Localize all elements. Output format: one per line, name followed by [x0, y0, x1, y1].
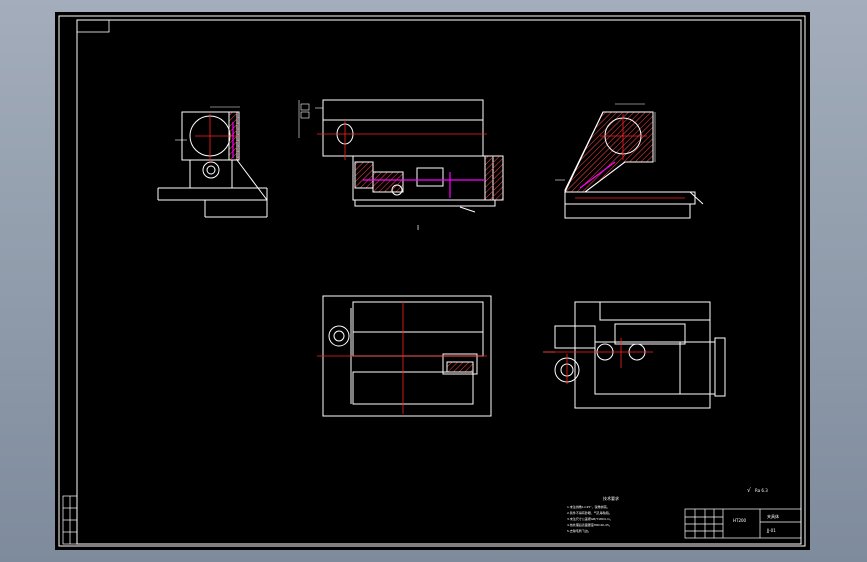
drawing-canvas[interactable]: I 技术要求 1.未注倒角1×45°，锐角倒钝。 2.铸件不得有砂眼、气孔等缺陷…: [55, 12, 810, 550]
note-5: 5.去除毛刺飞边。: [567, 528, 591, 533]
inner-frame: [76, 19, 802, 545]
notes-title: 技术要求: [603, 495, 619, 501]
title-block-drawing-no: JJ-01: [766, 528, 776, 533]
technical-notes: 技术要求 1.未注倒角1×45°，锐角倒钝。 2.铸件不得有砂眼、气孔等缺陷。 …: [567, 495, 619, 533]
corner-tag-box: [76, 19, 110, 33]
title-block: [684, 508, 802, 539]
view-front-centerlines: [317, 120, 487, 160]
outer-frame: [58, 15, 806, 547]
left-margin-table: [62, 495, 78, 545]
view-right-side: [555, 103, 704, 219]
view-plan-left-centerlines: [317, 302, 487, 414]
note-1: 1.未注倒角1×45°，锐角倒钝。: [567, 504, 610, 509]
title-block-part-name: 夹具体: [767, 513, 779, 519]
note-3: 3.未注尺寸公差按GB/T1804-m。: [567, 516, 613, 521]
roughness-symbol: √ Ra 6.3: [747, 487, 768, 494]
svg-text:Ra 6.3: Ra 6.3: [755, 488, 768, 493]
engineering-drawing: I 技术要求 1.未注倒角1×45°，锐角倒钝。 2.铸件不得有砂眼、气孔等缺陷…: [58, 15, 806, 547]
view-left-elevation: [157, 106, 268, 218]
title-block-material: HT200: [733, 518, 747, 523]
view-label-i: I: [417, 224, 419, 232]
note-4: 4.热处理后表面硬度HRC40-45。: [567, 522, 612, 527]
note-2: 2.铸件不得有砂眼、气孔等缺陷。: [567, 510, 612, 515]
view-plan-right: [543, 301, 726, 409]
svg-text:√: √: [747, 487, 751, 494]
view-front-section: [298, 99, 504, 213]
